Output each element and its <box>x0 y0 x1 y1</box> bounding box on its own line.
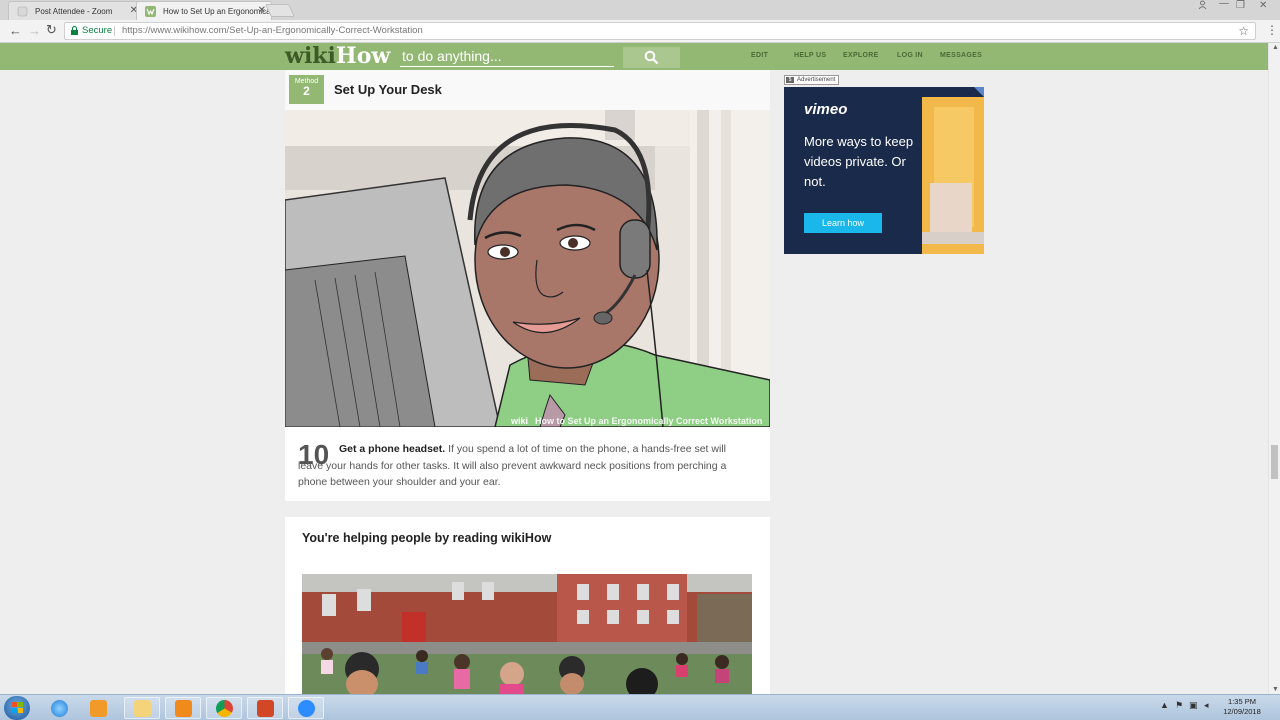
profile-icon[interactable] <box>1198 0 1207 13</box>
start-button[interactable] <box>4 696 30 720</box>
step-bold-text: Get a phone headset. <box>339 443 446 455</box>
step-illustration[interactable]: wiki How to Set Up an Ergonomically Corr… <box>285 110 770 427</box>
watermark-brand: wiki <box>510 416 528 426</box>
media-player-icon <box>90 700 107 717</box>
tab-title: Post Attendee - Zoom <box>35 7 113 16</box>
clock-time: 1:35 PM <box>1228 697 1256 706</box>
tab-zoom[interactable]: Post Attendee - Zoom ✕ <box>8 1 144 20</box>
nav-edit[interactable]: EDIT <box>751 52 768 59</box>
browser-menu-icon[interactable]: ⋮ <box>1266 23 1278 37</box>
window-close-icon[interactable]: ✕ <box>1259 0 1267 11</box>
step-text: Get a phone headset. If you spend a lot … <box>298 441 728 491</box>
wikihow-favicon-icon <box>145 6 156 17</box>
nav-explore[interactable]: EXPLORE <box>843 52 879 59</box>
tray-volume-icon[interactable]: ◂ <box>1204 700 1209 711</box>
nav-help-us[interactable]: HELP US <box>794 52 826 59</box>
logo-how: How <box>335 43 391 69</box>
windows-logo-icon <box>12 702 23 713</box>
back-arrow-icon[interactable]: ← <box>9 23 22 38</box>
url-separator <box>114 26 115 36</box>
reload-icon[interactable]: ↻ <box>46 22 57 38</box>
taskbar-powerpoint[interactable] <box>247 697 283 719</box>
browser-tab-strip: Post Attendee - Zoom ✕ How to Set Up an … <box>0 0 1280 20</box>
taskbar-ie[interactable] <box>41 697 77 719</box>
secure-label: Secure <box>82 25 113 36</box>
method-header: Method 2 Set Up Your Desk <box>285 70 770 110</box>
method-badge: Method 2 <box>289 75 324 104</box>
tray-network-icon[interactable]: ▣ <box>1189 700 1198 711</box>
taskbar-media[interactable] <box>80 697 116 719</box>
learn-how-button[interactable]: Learn how <box>804 213 882 233</box>
clock-date: 12/09/2018 <box>1223 707 1261 716</box>
scroll-up-icon[interactable]: ▲ <box>1272 44 1279 51</box>
vimeo-ad[interactable]: vimeo More ways to keep videos private. … <box>784 87 984 254</box>
address-bar-row: ← → ↻ Secure https://www.wikihow.com/Set… <box>0 20 1280 43</box>
wikihow-logo[interactable]: wikiHow <box>285 44 390 68</box>
powerpoint-icon <box>257 700 274 717</box>
orange-app-icon <box>175 700 192 717</box>
url-input[interactable]: Secure https://www.wikihow.com/Set-Up-an… <box>64 22 1256 40</box>
school-photo <box>302 574 752 697</box>
taskbar-app-orange[interactable] <box>165 697 201 719</box>
tab-title: How to Set Up an Ergonomically <box>163 7 272 16</box>
minimize-icon[interactable]: — <box>1219 0 1229 9</box>
method-title: Set Up Your Desk <box>334 82 442 97</box>
restore-icon[interactable]: ❐ <box>1236 0 1245 11</box>
taskbar-explorer[interactable] <box>124 697 160 719</box>
tray-expand-icon[interactable]: ▲ <box>1160 700 1169 710</box>
logo-wiki: wiki <box>285 43 336 69</box>
windows-taskbar: ▲ ⚑ ▣ ◂ 1:35 PM 12/09/2018 <box>0 694 1280 720</box>
close-icon[interactable]: ✕ <box>258 5 266 16</box>
lock-icon <box>71 26 78 35</box>
method-number: 2 <box>303 84 310 98</box>
page-scrollbar[interactable]: ▲ ▼ <box>1268 43 1280 694</box>
bookmark-star-icon[interactable]: ☆ <box>1238 23 1249 39</box>
nav-log-in[interactable]: LOG IN <box>897 52 923 59</box>
folder-icon <box>134 700 151 717</box>
forward-arrow-icon[interactable]: → <box>28 23 41 38</box>
search-icon <box>644 50 659 65</box>
scrollbar-thumb[interactable] <box>1271 445 1278 479</box>
url-text: https://www.wikihow.com/Set-Up-an-Ergono… <box>122 25 423 36</box>
tab-wikihow[interactable]: How to Set Up an Ergonomically ✕ <box>136 1 272 20</box>
helping-title: You're helping people by reading wikiHow <box>302 531 552 545</box>
taskbar-chrome[interactable] <box>206 697 242 719</box>
image-watermark: How to Set Up an Ergonomically Correct W… <box>535 416 762 426</box>
chrome-icon <box>216 700 233 717</box>
method-card: Method 2 Set Up Your Desk wiki How to Se… <box>285 70 770 501</box>
ad-label: $ Advertisement <box>784 75 840 85</box>
zoom-favicon-icon <box>17 6 28 17</box>
taskbar-clock[interactable]: 1:35 PM 12/09/2018 <box>1218 697 1266 717</box>
helping-card: You're helping people by reading wikiHow <box>285 517 770 697</box>
taskbar-zoom[interactable] <box>288 697 324 719</box>
nav-messages[interactable]: MESSAGES <box>940 52 982 59</box>
search-button[interactable] <box>623 47 680 68</box>
search-input[interactable]: to do anything... <box>400 47 614 67</box>
zoom-icon <box>298 700 315 717</box>
ad-copy: More ways to keep videos private. Or not… <box>804 134 914 189</box>
ad-label-text: Advertisement <box>797 77 836 83</box>
internet-explorer-icon <box>51 700 68 717</box>
scroll-down-icon[interactable]: ▼ <box>1272 686 1279 693</box>
site-header: wikiHow to do anything... EDIT HELP US E… <box>0 43 1268 70</box>
new-tab-button[interactable] <box>264 4 296 17</box>
ad-info-icon: $ <box>786 77 794 83</box>
tray-flag-icon[interactable]: ⚑ <box>1175 700 1183 711</box>
vimeo-logo: vimeo <box>804 101 848 118</box>
